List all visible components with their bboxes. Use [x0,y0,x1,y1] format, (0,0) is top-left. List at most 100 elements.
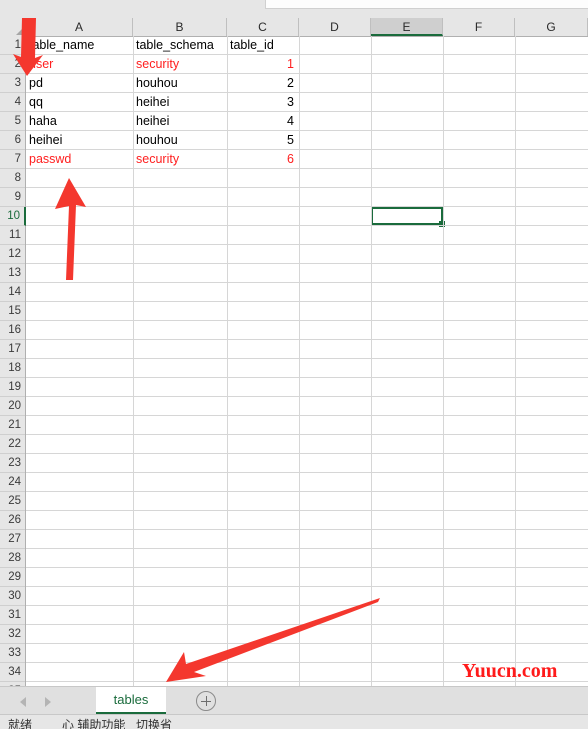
gridline-horizontal [26,453,588,454]
cell-c7[interactable]: 6 [227,150,294,168]
row-header-16[interactable]: 16 [0,321,25,340]
gridline-horizontal [26,339,588,340]
gridline-horizontal [26,377,588,378]
row-header-26[interactable]: 26 [0,511,25,530]
row-header-5[interactable]: 5 [0,112,25,131]
cell-b5[interactable]: heihei [136,112,227,130]
sheet-tab-bar[interactable]: tables [0,686,588,715]
cell-b6[interactable]: houhou [136,131,227,149]
cell-a2[interactable]: user [29,55,133,73]
gridline-horizontal [26,510,588,511]
cell-c4[interactable]: 3 [227,93,294,111]
gridline-horizontal [26,244,588,245]
column-header-c[interactable]: C [227,18,299,36]
row-header-12[interactable]: 12 [0,245,25,264]
row-header-13[interactable]: 13 [0,264,25,283]
cell-c6[interactable]: 5 [227,131,294,149]
row-header-27[interactable]: 27 [0,530,25,549]
active-cell-e10[interactable] [371,207,443,225]
cell-b3[interactable]: houhou [136,74,227,92]
row-header-14[interactable]: 14 [0,283,25,302]
status-item: 就绪 [8,718,33,729]
row-header-21[interactable]: 21 [0,416,25,435]
row-header-column[interactable]: 1 2 3 4 5 6 7 8 9 10 11 12 13 14 15 16 17 18 19 20 21 22 23 24 2… [0,36,26,701]
row-header-8[interactable]: 8 [0,169,25,188]
row-header-1[interactable]: 1 [0,36,25,55]
row-header-18[interactable]: 18 [0,359,25,378]
column-header-d[interactable]: D [299,18,371,36]
row-header-34[interactable]: 34 [0,663,25,682]
cells-canvas[interactable]: table_name table_schema table_id user securi… [26,36,588,686]
cell-b4[interactable]: heihei [136,93,227,111]
cell-a6[interactable]: heihei [29,131,133,149]
cell-a1[interactable]: table_name [29,36,133,54]
formula-bar[interactable] [265,0,588,9]
row-header-25[interactable]: 25 [0,492,25,511]
gridline-horizontal [26,320,588,321]
row-header-20[interactable]: 20 [0,397,25,416]
row-header-30[interactable]: 30 [0,587,25,606]
triangle-right-icon[interactable] [45,697,51,707]
row-header-23[interactable]: 23 [0,454,25,473]
gridline-vertical [371,36,372,686]
row-header-31[interactable]: 31 [0,606,25,625]
gridline-vertical [299,36,300,686]
row-header-4[interactable]: 4 [0,93,25,112]
row-header-22[interactable]: 22 [0,435,25,454]
column-header-row[interactable]: ABCDEFG [0,18,588,37]
row-header-3[interactable]: 3 [0,74,25,93]
gridline-horizontal [26,225,588,226]
row-header-32[interactable]: 32 [0,625,25,644]
row-header-6[interactable]: 6 [0,131,25,150]
plus-circle-icon[interactable] [196,691,216,711]
row-header-15[interactable]: 15 [0,302,25,321]
row-header-28[interactable]: 28 [0,549,25,568]
fill-handle[interactable] [439,221,445,227]
column-header-g[interactable]: G [515,18,588,36]
row-header-33[interactable]: 33 [0,644,25,663]
sheet-navigation[interactable] [0,687,58,715]
gridline-horizontal [26,263,588,264]
select-all-corner[interactable] [0,18,26,36]
gridline-horizontal [26,529,588,530]
row-header-10[interactable]: 10 [0,207,26,226]
cell-b7[interactable]: security [136,150,227,168]
watermark: Yuucn.com [462,660,558,682]
column-header-a[interactable]: A [26,18,133,36]
sheet-tab-tables[interactable]: tables [96,687,166,714]
cell-a4[interactable]: qq [29,93,133,111]
gridline-vertical [133,36,134,686]
column-header-b[interactable]: B [133,18,227,36]
gridline-horizontal [26,282,588,283]
column-header-f[interactable]: F [443,18,515,36]
cell-b1[interactable]: table_schema [136,36,227,54]
cell-a5[interactable]: haha [29,112,133,130]
gridline-horizontal [26,548,588,549]
gridline-horizontal [26,605,588,606]
row-header-2[interactable]: 2 [0,55,25,74]
status-item: 心 辅助功能 [62,718,126,729]
cell-c3[interactable]: 2 [227,74,294,92]
cell-a7[interactable]: passwd [29,150,133,168]
row-header-17[interactable]: 17 [0,340,25,359]
gridline-horizontal [26,567,588,568]
row-header-9[interactable]: 9 [0,188,25,207]
row-header-11[interactable]: 11 [0,226,25,245]
cell-c2[interactable]: 1 [227,55,294,73]
row-header-19[interactable]: 19 [0,378,25,397]
cell-b2[interactable]: security [136,55,227,73]
gridline-vertical [443,36,444,686]
triangle-left-icon[interactable] [20,697,26,707]
gridline-horizontal [26,472,588,473]
spreadsheet-grid[interactable]: ABCDEFG 1 2 3 4 5 6 7 8 9 10 11 12 13 14 15 16 17 18 19 20 2… [0,18,588,701]
gridline-vertical [515,36,516,686]
gridline-horizontal [26,415,588,416]
row-header-24[interactable]: 24 [0,473,25,492]
toolbar-strip [0,0,588,18]
row-header-29[interactable]: 29 [0,568,25,587]
cell-c5[interactable]: 4 [227,112,294,130]
row-header-7[interactable]: 7 [0,150,25,169]
cell-a3[interactable]: pd [29,74,133,92]
column-header-e[interactable]: E [371,18,443,36]
cell-c1[interactable]: table_id [230,36,299,54]
